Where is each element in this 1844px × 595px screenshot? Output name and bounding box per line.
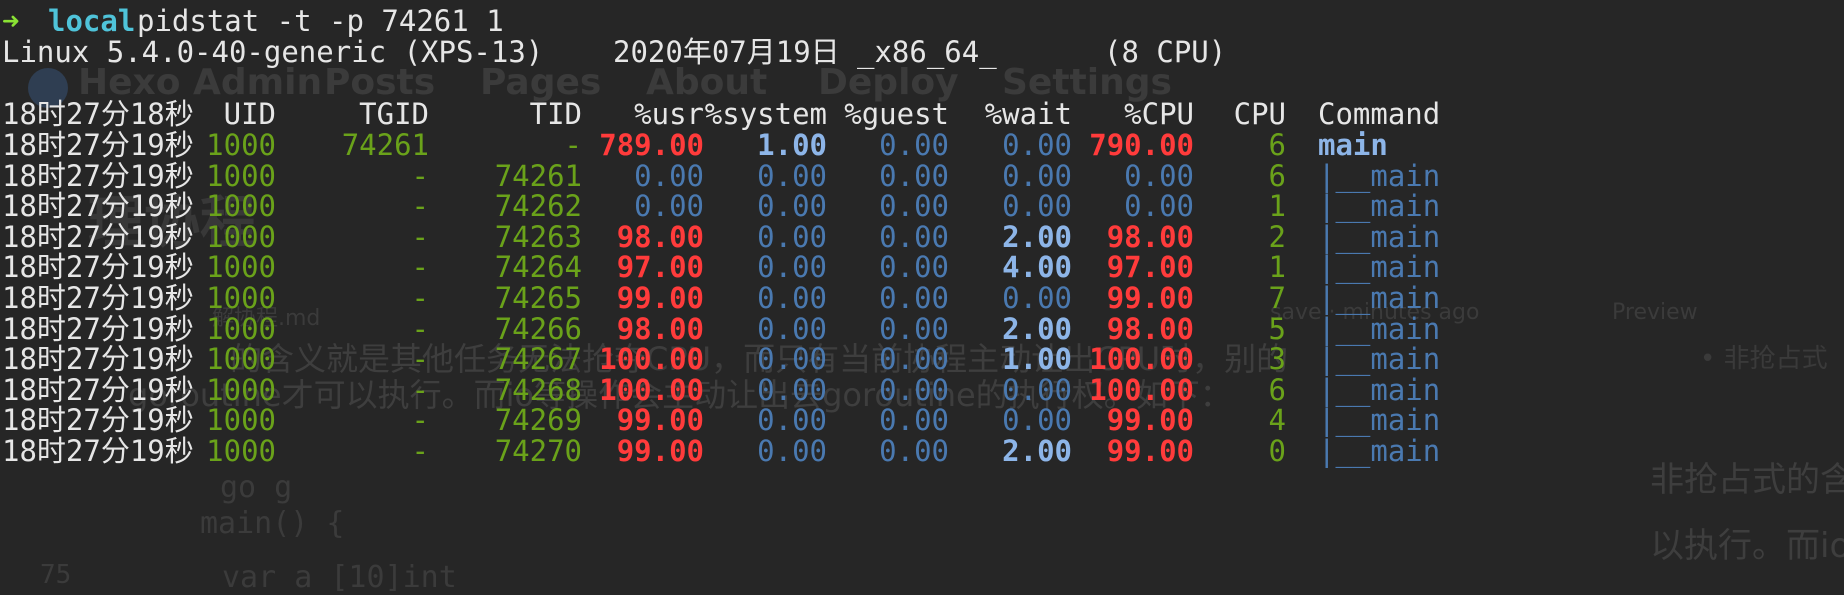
terminal-window[interactable]: ➜ local pidstat -t -p 74261 1 Linux 5.4.… (0, 0, 1844, 581)
report-date: 2020年07月19日 (613, 35, 840, 69)
cell-cpu: 0 (1268, 434, 1286, 468)
cell-uid: 1000 (206, 434, 276, 468)
cell-cpu-pct: 99.00 (1106, 434, 1194, 468)
cell-command: |__main (1318, 434, 1441, 468)
cell-usr: 99.00 (616, 434, 704, 468)
table-row: 18时27分19秒 1000 - 74270 99.00 0.00 0.00 2.00 99.0… (0, 433, 1844, 469)
system-info-line: Linux 5.4.0-40-generic (XPS-13) 2020年07月… (0, 34, 1844, 70)
cell-system: 0.00 (757, 434, 827, 468)
cell-guest: 0.00 (879, 434, 949, 468)
cell-time: 18时27分19秒 (2, 434, 194, 468)
cell-tgid: - (411, 434, 429, 468)
cell-wait: 2.00 (1002, 434, 1072, 468)
kernel-info: Linux 5.4.0-40-generic (XPS-13) (2, 35, 544, 69)
cpu-count: (8 CPU) (1104, 35, 1227, 69)
cell-tid: 74270 (494, 434, 582, 468)
architecture: _x86_64_ (857, 35, 997, 69)
